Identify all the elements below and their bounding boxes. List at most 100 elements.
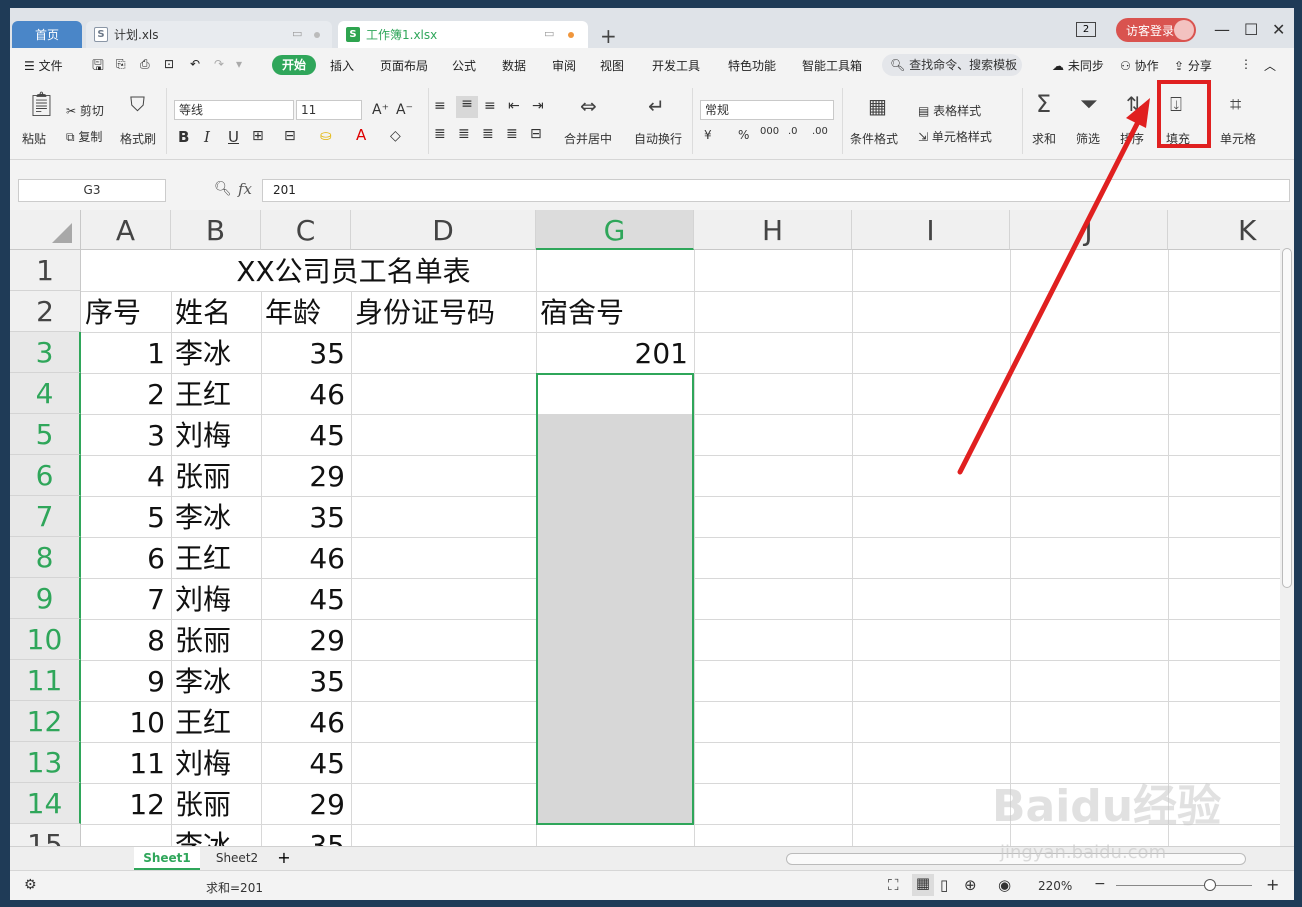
column-header-h[interactable]: H [694,210,852,250]
column-header-c[interactable]: C [261,210,351,250]
sheet-tab-sheet2[interactable]: Sheet2 [204,847,270,870]
window-icon[interactable]: ▭ [292,27,302,40]
row-header-10[interactable]: 10 [10,619,81,660]
clear-format-icon[interactable]: ◇ [390,128,401,144]
title-cell[interactable]: XX公司员工名单表 [171,250,536,291]
filter-button[interactable]: 筛选 [1076,130,1100,147]
vertical-scroll-thumb[interactable] [1282,248,1292,588]
format-painter-button[interactable]: 格式刷 [120,130,156,147]
sum-icon[interactable]: Σ [1036,90,1051,118]
column-header-g[interactable]: G [536,210,694,250]
cell-no[interactable]: 9 [81,660,171,701]
cell-no[interactable]: 1 [81,332,171,373]
zoom-out-icon[interactable]: − [1094,876,1106,892]
print-preview-icon[interactable]: ⊡ [164,57,174,71]
unsaved-dot-icon[interactable] [568,32,574,38]
cell-age[interactable]: 35 [261,332,351,373]
spreadsheet-grid[interactable]: A B C D G H I J K 1 2 3 4 5 6 7 8 9 10 1… [10,210,1280,846]
indent-decrease-icon[interactable]: ⇤ [508,98,520,114]
page-view-icon[interactable]: ▯ [940,876,948,894]
cell-no[interactable]: 5 [81,496,171,537]
cell-age[interactable]: 45 [261,414,351,455]
table-style-button[interactable]: ▤ 表格样式 [918,102,981,119]
italic-icon[interactable]: I [204,128,210,146]
cell-no[interactable]: 11 [81,742,171,783]
macro-icon[interactable]: ⚙ [24,877,37,893]
cell-name[interactable]: 张丽 [171,619,261,660]
menu-formula[interactable]: 公式 [452,57,476,74]
header-cell-name[interactable]: 姓名 [171,291,261,332]
filter-icon[interactable]: ⏷ [1080,92,1098,117]
more-icon[interactable]: ⋮ [1240,57,1252,71]
thousands-icon[interactable]: 000 [760,126,779,137]
header-cell-age[interactable]: 年龄 [261,291,351,332]
reading-mode-icon[interactable]: ⊕ [964,876,977,894]
row-header-14[interactable]: 14 [10,783,81,824]
close-dot-icon[interactable] [314,32,320,38]
sum-button[interactable]: 求和 [1032,130,1056,147]
fill-style-icon[interactable]: ⊟ [284,128,296,144]
align-bottom-icon[interactable]: ≡ [484,98,496,114]
collaborate-button[interactable]: ⚇ 协作 [1120,57,1159,74]
number-format-select[interactable]: 常规 [700,100,834,120]
row-header-13[interactable]: 13 [10,742,81,783]
menu-view[interactable]: 视图 [600,57,624,74]
export-icon[interactable]: ⎘ [116,57,126,72]
column-header-b[interactable]: B [171,210,261,250]
merge-center-icon[interactable]: ⇔ [580,94,597,118]
format-painter-icon[interactable]: ⛉ [130,92,145,116]
new-tab-button[interactable]: + [600,24,617,48]
cell-name[interactable]: 刘梅 [171,578,261,619]
menu-file[interactable]: ☰ 文件 [24,57,63,74]
name-box[interactable]: G3 [18,179,166,202]
cell-age[interactable]: 46 [261,701,351,742]
align-right-icon[interactable]: ≣ [482,126,494,142]
selected-range-g3-g14[interactable] [536,373,694,825]
align-middle-icon[interactable]: ≡ [456,96,478,118]
row-header-5[interactable]: 5 [10,414,81,455]
cell-no[interactable]: 6 [81,537,171,578]
menu-review[interactable]: 审阅 [552,57,576,74]
cell-age[interactable]: 45 [261,742,351,783]
row-header-7[interactable]: 7 [10,496,81,537]
cut-button[interactable]: ✂ 剪切 [66,102,104,119]
cell-name[interactable]: 王红 [171,373,261,414]
row-header-11[interactable]: 11 [10,660,81,701]
add-sheet-icon[interactable]: + [274,847,294,870]
row-header-1[interactable]: 1 [10,250,81,291]
cell-name[interactable]: 李冰 [171,824,261,846]
share-button[interactable]: ⇪ 分享 [1174,57,1212,74]
increase-font-icon[interactable]: A⁺ [372,102,389,118]
formula-input[interactable]: 201 [262,179,1290,202]
align-top-icon[interactable]: ≡ [434,98,446,114]
decrease-decimal-icon[interactable]: .00 [812,126,828,137]
cell-name[interactable]: 张丽 [171,455,261,496]
zoom-in-icon[interactable]: + [1266,875,1279,894]
cell-no[interactable]: 7 [81,578,171,619]
column-header-j[interactable]: J [1010,210,1168,250]
sheet-tab-sheet1[interactable]: Sheet1 [134,847,200,870]
decrease-font-icon[interactable]: A⁻ [396,102,413,118]
menu-start[interactable]: 开始 [272,55,316,75]
currency-icon[interactable]: ¥ [704,128,712,142]
column-header-k[interactable]: K [1168,210,1280,250]
column-header-d[interactable]: D [351,210,536,250]
menu-data[interactable]: 数据 [502,57,526,74]
menu-features[interactable]: 特色功能 [728,57,776,74]
cell-no[interactable]: 8 [81,619,171,660]
percent-icon[interactable]: % [738,128,749,142]
tab-home[interactable]: 首页 [12,21,82,48]
indent-increase-icon[interactable]: ⇥ [532,98,544,114]
close-icon[interactable]: ✕ [1272,20,1285,39]
cell-name[interactable]: 张丽 [171,783,261,824]
justify-icon[interactable]: ≣ [506,126,518,142]
cell-g3[interactable]: 201 [536,332,694,373]
window-icon[interactable]: ▭ [544,27,554,40]
undo-icon[interactable]: ↶ [190,57,200,71]
cell-name[interactable]: 王红 [171,701,261,742]
merge-center-button[interactable]: 合并居中 [564,130,612,147]
sync-status[interactable]: ☁ 未同步 [1052,57,1104,74]
minimize-icon[interactable]: — [1214,20,1230,39]
print-icon[interactable]: ⎙ [140,57,150,72]
row-header-9[interactable]: 9 [10,578,81,619]
